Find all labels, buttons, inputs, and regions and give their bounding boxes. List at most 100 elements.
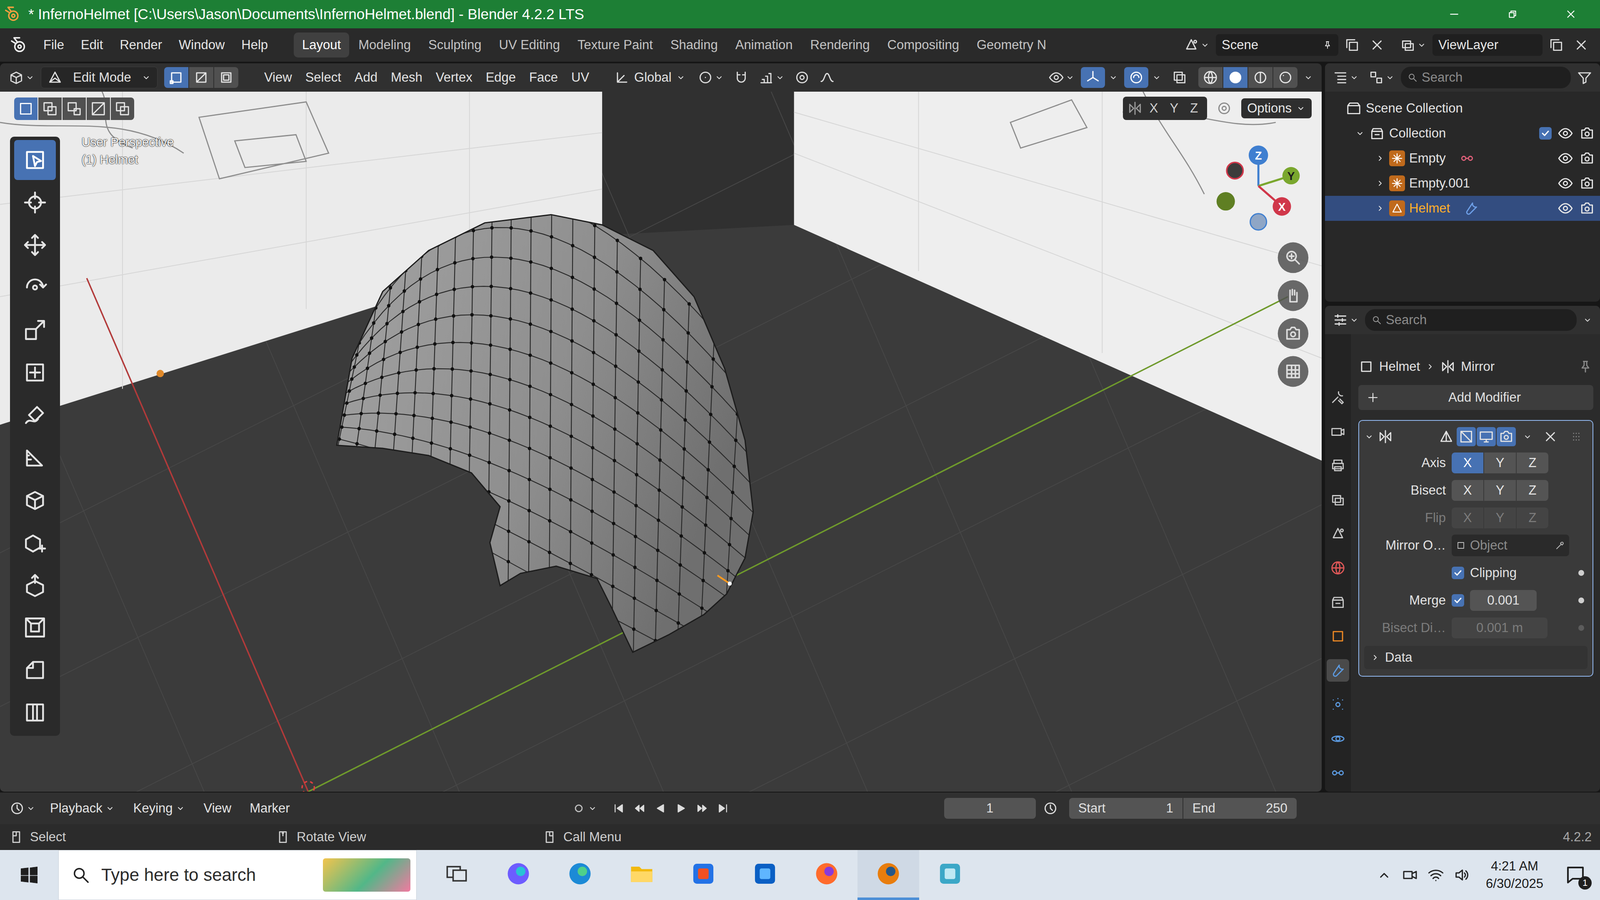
workspace-tab[interactable]: Layout (293, 32, 350, 58)
tool-button[interactable] (14, 480, 56, 520)
shading-button[interactable] (1198, 67, 1223, 88)
gizmo-dropdown[interactable] (1105, 70, 1122, 85)
visibility-dropdown[interactable] (1045, 67, 1079, 88)
tool-button[interactable] (14, 522, 56, 563)
workspace-tab[interactable]: Animation (727, 32, 802, 58)
viewport-menu[interactable]: Vertex (429, 67, 480, 88)
proportional-toggle[interactable] (790, 67, 814, 88)
properties-tab[interactable] (1326, 761, 1350, 785)
properties-tab[interactable] (1326, 556, 1350, 580)
close-button[interactable] (1541, 0, 1600, 29)
playback-button[interactable] (609, 799, 629, 818)
shading-button[interactable] (1273, 67, 1298, 88)
render-toggle[interactable] (1579, 175, 1595, 192)
timeline-menu[interactable]: Playback (42, 798, 123, 819)
delete-scene-button[interactable] (1365, 34, 1389, 56)
scene-view[interactable]: ZYX (0, 91, 1322, 792)
workspace-tab[interactable]: Sculpting (420, 32, 490, 58)
viewport-menu[interactable]: Select (298, 67, 348, 88)
taskbar-app[interactable] (795, 850, 858, 900)
playback-button[interactable] (671, 799, 691, 818)
workspace-tab[interactable]: UV Editing (490, 32, 569, 58)
tool-button[interactable] (14, 352, 56, 393)
axis-toggle[interactable]: Y (1484, 452, 1516, 474)
timeline-editor-type[interactable] (5, 797, 40, 819)
taskbar-app[interactable] (672, 850, 735, 900)
pivot-dropdown[interactable] (694, 67, 728, 88)
viewport-menu[interactable]: UV (564, 67, 596, 88)
mode-dropdown[interactable]: Edit Mode (40, 66, 158, 89)
render-toggle[interactable] (1579, 150, 1595, 167)
navigation-gizmo[interactable]: ZYX (1216, 145, 1300, 230)
workspace-tab[interactable]: Rendering (802, 32, 879, 58)
nav-hand-button[interactable] (1277, 280, 1309, 312)
viewport-canvas[interactable]: ZYX XYZ Options User Perspective(1) Helm… (0, 91, 1322, 792)
select-mode-button[interactable] (189, 67, 214, 88)
properties-search[interactable]: Search (1365, 309, 1577, 331)
scene-browse[interactable] (1180, 34, 1214, 56)
outliner-display-mode[interactable] (1365, 67, 1399, 88)
select-mode-button[interactable] (164, 67, 189, 88)
properties-tab[interactable] (1326, 625, 1350, 648)
scene-collection-row[interactable]: Scene Collection (1325, 95, 1600, 121)
symmetry-toggle[interactable]: Y (1165, 98, 1184, 119)
tool-button[interactable] (14, 267, 56, 308)
current-frame-field[interactable]: 1 (944, 797, 1036, 819)
data-subpanel[interactable]: Data (1364, 645, 1588, 670)
snap-target-dropdown[interactable] (755, 67, 789, 88)
viewport-menu[interactable]: Edge (479, 67, 523, 88)
properties-tab[interactable] (1326, 420, 1350, 443)
taskbar-app[interactable] (549, 850, 611, 900)
delete-view-layer-button[interactable] (1570, 34, 1593, 56)
viewport-menu[interactable]: Add (347, 67, 385, 88)
tool-button[interactable] (14, 565, 56, 605)
box-mode-button[interactable] (62, 97, 86, 120)
playback-button[interactable] (692, 799, 712, 818)
workspace-tab[interactable]: Texture Paint (569, 32, 662, 58)
modifier-display-toggle[interactable] (1496, 427, 1516, 447)
outliner-search[interactable]: Search (1400, 66, 1571, 89)
shading-button[interactable] (1248, 67, 1273, 88)
gizmo-toggle[interactable] (1080, 67, 1105, 88)
nav-cam-view-button[interactable] (1277, 318, 1309, 350)
axis-toggle[interactable]: Z (1516, 452, 1549, 474)
3d-cursor[interactable] (302, 781, 315, 792)
properties-tab[interactable] (1326, 488, 1350, 511)
object-row[interactable]: Empty (1325, 145, 1600, 171)
outliner-editor-type[interactable] (1329, 67, 1363, 88)
object-row[interactable]: Helmet (1325, 195, 1600, 221)
timeline-menu[interactable]: Keying (125, 798, 193, 819)
new-scene-button[interactable] (1340, 34, 1364, 56)
axis-toggle[interactable]: Y (1484, 480, 1516, 501)
properties-tab[interactable] (1326, 522, 1350, 545)
tool-button[interactable] (14, 607, 56, 648)
box-mode-button[interactable] (86, 97, 110, 120)
workspace-tab[interactable]: Modeling (350, 32, 420, 58)
add-modifier-button[interactable]: Add Modifier (1358, 385, 1594, 410)
drag-handle[interactable] (1565, 426, 1588, 448)
axis-toggle[interactable]: X (1451, 452, 1484, 474)
modifier-display-toggle[interactable] (1456, 427, 1476, 447)
modifier-display-toggle[interactable] (1476, 427, 1496, 447)
workspace-tab[interactable]: Compositing (879, 32, 968, 58)
helmet-mesh[interactable] (336, 214, 753, 653)
box-mode-button[interactable] (38, 97, 62, 120)
tool-button[interactable] (14, 140, 56, 180)
properties-tab[interactable] (1326, 727, 1350, 750)
taskbar-app[interactable] (857, 850, 920, 900)
xray-toggle[interactable] (1167, 67, 1192, 88)
taskbar-app[interactable] (425, 850, 488, 900)
new-view-layer-button[interactable] (1545, 34, 1568, 56)
properties-tab[interactable] (1326, 385, 1350, 409)
box-mode-button[interactable] (14, 97, 38, 120)
symmetry-toggle[interactable]: X (1144, 98, 1164, 119)
remove-modifier[interactable] (1539, 426, 1562, 448)
playback-button[interactable] (713, 799, 733, 818)
keyframe-dot[interactable] (1578, 570, 1585, 576)
nav-zoom-button[interactable] (1277, 242, 1309, 274)
taskbar-app[interactable] (919, 850, 981, 900)
view-layer-name-field[interactable]: ViewLayer (1432, 34, 1543, 56)
side-reference-image[interactable] (794, 91, 1322, 461)
outliner-filter[interactable] (1573, 67, 1596, 88)
tool-button[interactable] (14, 395, 56, 435)
